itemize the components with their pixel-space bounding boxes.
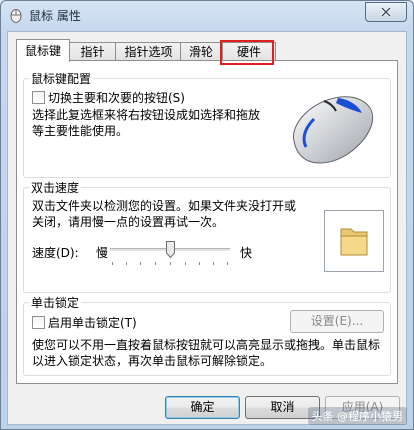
group-title-button-configuration: 鼠标键配置 — [29, 70, 94, 87]
click-lock-description: 使您可以不用一直按着鼠标按钮就可以高亮显示或拖拽。单击鼠标以进入锁定状态，再次单… — [32, 338, 381, 368]
speed-label: 速度(D): — [32, 246, 79, 260]
mouse-app-icon — [10, 9, 22, 23]
slider-tick — [112, 262, 113, 265]
switch-buttons-label[interactable]: 切换主要和次要的按钮(S) — [48, 89, 185, 106]
slider-thumb[interactable] — [165, 241, 175, 258]
mouse-illustration — [293, 96, 374, 164]
group-button-configuration: 鼠标键配置 切换主要和次要的按钮(S) 选择此复选框来将右按钮设成如选择和拖放等… — [23, 70, 391, 178]
hardware-tab-highlight — [220, 40, 274, 65]
tab-wheel[interactable]: 滑轮 — [180, 42, 222, 61]
slow-label: 慢 — [96, 246, 109, 260]
double-click-test-area[interactable] — [324, 210, 384, 272]
tab-buttons[interactable]: 鼠标键 — [16, 39, 70, 62]
tab-pointers[interactable]: 指针 — [68, 42, 117, 61]
slider-tick — [140, 262, 141, 265]
dialog-client-area: 鼠标键 指针 指针选项 滑轮 硬件 鼠标键配置 切换主要和次要的按钮(S) 选择… — [7, 31, 407, 425]
click-lock-settings-button[interactable]: 设置(E)... — [290, 310, 384, 333]
slider-tick — [213, 262, 214, 265]
slider-tick — [155, 262, 156, 265]
tab-panel-buttons: 鼠标键配置 切换主要和次要的按钮(S) 选择此复选框来将右按钮设成如选择和拖放等… — [16, 60, 398, 384]
group-title-click-lock: 单击锁定 — [29, 294, 82, 311]
close-icon — [380, 7, 392, 17]
slider-tick — [170, 262, 171, 265]
mouse-properties-window: 鼠标 属性 鼠标键 指针 指针选项 滑轮 硬件 鼠标键配置 切换主要和次要的按钮… — [0, 0, 414, 430]
slider-tick — [199, 262, 200, 265]
group-double-click-speed: 双击速度 双击文件夹以检测您的设置。如果文件夹没打开或关闭，请用慢一点的设置再试… — [23, 179, 391, 293]
double-click-speed-slider[interactable] — [110, 238, 230, 268]
watermark: 头条 @程序小猿男 — [307, 407, 407, 425]
title-bar[interactable]: 鼠标 属性 — [1, 1, 413, 29]
group-click-lock: 单击锁定 启用单击锁定(T) 设置(E)... 使您可以不用一直按着鼠标按钮就可… — [23, 294, 391, 376]
switch-buttons-description: 选择此复选框来将右按钮设成如选择和拖放等主要性能使用。 — [32, 108, 261, 138]
folder-icon[interactable] — [339, 225, 369, 257]
click-lock-label[interactable]: 启用单击锁定(T) — [48, 314, 137, 331]
slider-tick — [185, 262, 186, 265]
click-lock-checkbox[interactable] — [32, 316, 45, 329]
slider-tick — [227, 262, 228, 265]
tab-pointer-options[interactable]: 指针选项 — [115, 42, 182, 61]
fast-label: 快 — [240, 246, 253, 260]
double-click-description: 双击文件夹以检测您的设置。如果文件夹没打开或关闭，请用慢一点的设置再试一次。 — [32, 199, 297, 229]
switch-buttons-checkbox[interactable] — [32, 91, 45, 104]
close-button[interactable] — [365, 2, 407, 22]
group-title-double-click-speed: 双击速度 — [29, 179, 82, 196]
window-title: 鼠标 属性 — [29, 9, 81, 23]
slider-tick — [126, 262, 127, 265]
ok-button[interactable]: 确定 — [165, 396, 240, 419]
